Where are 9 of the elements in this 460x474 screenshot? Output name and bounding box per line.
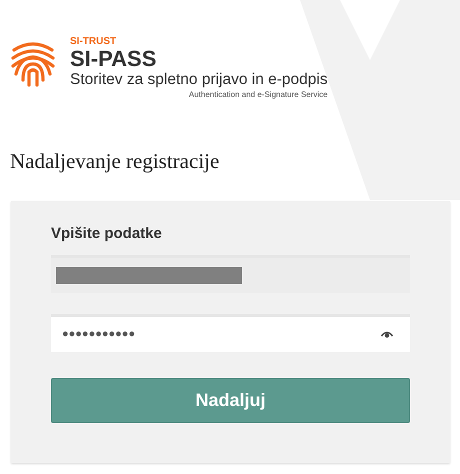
password-value: ●●●●●●●●●●● — [61, 327, 136, 342]
page-title: Nadaljevanje registracije — [9, 148, 220, 175]
eye-icon[interactable] — [381, 331, 393, 338]
subtitle: Storitev za spletno prijavo in e-podpis — [70, 71, 328, 89]
form-heading: Vpišite podatke — [51, 224, 163, 244]
brand-label: SI-TRUST — [70, 36, 118, 47]
product-name: SI-PASS — [70, 47, 158, 71]
tagline: Authentication and e-Signature Service — [188, 90, 328, 100]
password-field[interactable]: ●●●●●●●●●●● — [51, 314, 410, 352]
